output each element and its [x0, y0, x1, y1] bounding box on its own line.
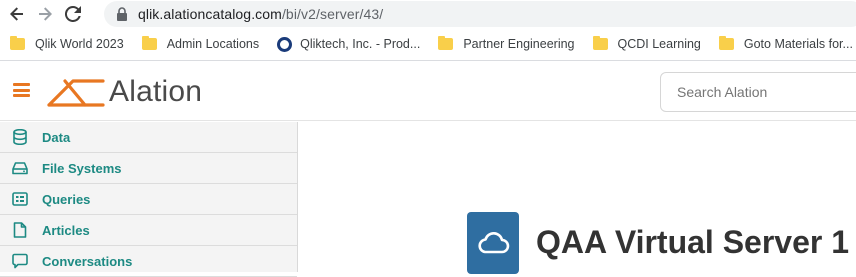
page-title: QAA Virtual Server 1: [536, 224, 850, 260]
url-host: qlik.alationcatalog.com: [138, 6, 282, 22]
arrow-right-icon: [39, 7, 52, 21]
lock-icon: [117, 7, 127, 21]
alation-logo-mark-icon: [47, 79, 105, 107]
reload-button[interactable]: [59, 0, 87, 28]
folder-icon: [438, 36, 454, 50]
folder-icon: [141, 36, 157, 50]
sidebar-item-queries[interactable]: Queries: [0, 184, 297, 215]
sidebar: Data File Systems Queries Articles Conve…: [0, 122, 298, 277]
forward-button[interactable]: [31, 0, 59, 28]
qlik-favicon-icon: [277, 36, 293, 52]
cloud-icon: [478, 231, 510, 254]
bookmark-label: Admin Locations: [166, 37, 260, 51]
main-content: QAA Virtual Server 1: [299, 122, 856, 274]
sidebar-item-label: Conversations: [42, 253, 133, 269]
bookmark-goto-materials[interactable]: Goto Materials for...: [718, 36, 853, 51]
bookmark-admin-locations[interactable]: Admin Locations: [141, 36, 260, 51]
arrow-left-icon: [10, 7, 23, 21]
query-icon: [12, 191, 28, 207]
bookmark-label: Qlik World 2023: [35, 37, 124, 51]
browser-toolbar: qlik.alationcatalog.com/bi/v2/server/43/: [0, 0, 856, 28]
folder-icon: [10, 36, 25, 50]
sidebar-item-conversations[interactable]: Conversations: [0, 246, 297, 277]
address-bar[interactable]: qlik.alationcatalog.com/bi/v2/server/43/: [104, 1, 856, 27]
folder-icon: [718, 36, 734, 50]
bookmark-label: QCDI Learning: [617, 37, 701, 51]
folder-icon: [592, 36, 608, 50]
bookmark-label: Qliktech, Inc. - Prod...: [300, 37, 421, 51]
sidebar-item-label: File Systems: [42, 160, 122, 176]
sidebar-item-file-systems[interactable]: File Systems: [0, 153, 297, 184]
hard-drive-icon: [12, 160, 28, 176]
alation-logo[interactable]: Alation: [45, 75, 202, 109]
search-input[interactable]: [660, 72, 856, 112]
bookmark-qliktech-prod[interactable]: Qliktech, Inc. - Prod...: [277, 36, 421, 52]
sidebar-item-label: Articles: [42, 222, 90, 238]
sidebar-item-articles[interactable]: Articles: [0, 215, 297, 246]
app-header: Alation: [0, 62, 856, 121]
bookmark-qcdi-learning[interactable]: QCDI Learning: [592, 36, 701, 51]
bookmark-partner-engineering[interactable]: Partner Engineering: [438, 36, 575, 51]
sidebar-item-data[interactable]: Data: [0, 122, 297, 153]
back-button[interactable]: [3, 0, 31, 28]
bookmark-qlik-world-2023[interactable]: Qlik World 2023: [10, 36, 124, 51]
chat-bubble-icon: [12, 253, 28, 269]
url-path: /bi/v2/server/43/: [281, 6, 384, 22]
sidebar-item-label: Data: [42, 129, 71, 145]
sidebar-item-label: Queries: [42, 191, 91, 207]
bookmark-label: Goto Materials for...: [743, 37, 853, 51]
bookmark-label: Partner Engineering: [463, 37, 575, 51]
bookmarks-bar: Qlik World 2023 Admin Locations Qliktech…: [0, 28, 856, 61]
reload-icon: [65, 6, 81, 22]
logo-text: Alation: [109, 75, 203, 108]
database-icon: [12, 129, 28, 145]
document-icon: [12, 222, 28, 238]
hamburger-menu-icon[interactable]: [13, 83, 30, 97]
url-text: qlik.alationcatalog.com/bi/v2/server/43/: [138, 6, 383, 22]
object-type-badge: [467, 212, 519, 274]
